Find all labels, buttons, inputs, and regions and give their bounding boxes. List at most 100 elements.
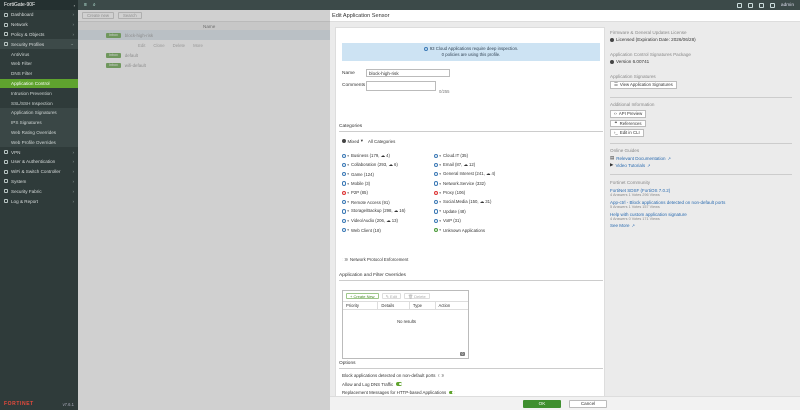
chevron-right-icon: › [72, 169, 75, 175]
notification-icon[interactable] [769, 2, 775, 8]
chevron-down-icon[interactable]: ▾ [439, 172, 441, 176]
cli-console-icon[interactable] [736, 2, 742, 8]
chevron-down-icon[interactable]: ▾ [347, 228, 349, 232]
references-button[interactable]: ⚭ References [610, 119, 646, 127]
device-selector[interactable]: FortiGate-90F › [0, 0, 78, 10]
firmware-version: v7.6.1 [62, 401, 74, 407]
sidebar-item-user-authentication[interactable]: User & Authentication › [0, 157, 78, 167]
chevron-down-icon[interactable]: ▾ [347, 154, 349, 158]
category-item[interactable]: ▾ Web Client (18) [342, 225, 405, 234]
chevron-down-icon[interactable]: ▾ [347, 182, 349, 186]
sidebar-subitem-application-control[interactable]: Application Control [0, 78, 78, 89]
chevron-right-icon: › [72, 22, 75, 28]
category-item[interactable]: ▾ VoIP (31) [434, 216, 495, 225]
category-item[interactable]: ▾ Email (87, ☁ 12) [434, 160, 495, 169]
admin-menu[interactable]: admin [781, 3, 794, 8]
category-item[interactable]: ▾ Network.Service (332) [434, 179, 495, 188]
sidebar-subitem-antivirus[interactable]: AntiVirus [0, 49, 78, 59]
category-item[interactable]: ▾ Collaboration (293, ☁ 6) [342, 160, 405, 169]
chevron-down-icon[interactable]: ▾ [439, 209, 441, 213]
sidebar-subitem-web-profile-overrides[interactable]: Web Profile Overrides [0, 137, 78, 148]
help-icon[interactable] [747, 2, 753, 8]
video-tutorials-link[interactable]: Video Tutorials [615, 163, 645, 168]
details-column-header[interactable]: Details [378, 301, 410, 310]
action-column-header[interactable]: Action [436, 301, 468, 310]
chevron-down-icon[interactable]: ▾ [439, 154, 441, 158]
sidebar-item-log-report[interactable]: Log & Report › [0, 196, 78, 206]
sidebar-subitem-ssl-ssh-inspection[interactable]: SSL/SSH Inspection [0, 98, 78, 108]
sidebar-item-system[interactable]: System › [0, 177, 78, 187]
api-preview-button[interactable]: ‹› API Preview [610, 110, 647, 118]
all-categories-label: All Categories [367, 138, 396, 144]
ok-button[interactable]: OK [523, 399, 561, 408]
category-item[interactable]: ▾ Proxy (106) [434, 188, 495, 197]
sidebar-subitem-ips-signatures[interactable]: IPS Signatures [0, 117, 78, 128]
chevron-down-icon[interactable]: ▾ [347, 172, 349, 176]
name-input[interactable]: block-high-risk [366, 69, 450, 77]
edit-in-cli-button[interactable]: ›_ Edit in CLI [610, 129, 644, 137]
fullscreen-icon[interactable] [758, 2, 764, 8]
edit-application-sensor-panel: Edit Application Sensor 93 Cloud Applica… [330, 10, 800, 410]
category-item[interactable]: ▾ Update (48) [434, 207, 495, 216]
sidebar-subitem-application-signatures[interactable]: Application Signatures [0, 107, 78, 118]
sidebar-subitem-intrusion-prevention[interactable]: Intrusion Prevention [0, 88, 78, 98]
chevron-down-icon[interactable]: ▾ [347, 219, 349, 223]
sidebar-item-security-fabric[interactable]: Security Fabric › [0, 186, 78, 196]
category-item[interactable]: ▾ Storage/Backup (298, ☁ 16) [342, 207, 405, 216]
see-more-link[interactable]: See More [610, 223, 630, 228]
policy-icon [4, 32, 8, 37]
sidebar-item-label: Network [11, 22, 28, 28]
search-icon[interactable]: ⌕ [93, 2, 96, 8]
info-column: Firmware & General Updates License Licen… [610, 30, 796, 228]
chevron-down-icon[interactable]: ▾ [439, 191, 441, 195]
category-item[interactable]: ▾ General Interest (241, ☁ 4) [434, 170, 495, 179]
category-item[interactable]: ▾ Remote Access (91) [342, 197, 405, 206]
category-item[interactable]: ▾ Social.Media (150, ☁ 31) [434, 197, 495, 206]
category-item[interactable]: ▾ Cloud.IT (35) [434, 151, 495, 160]
create-new-override-button[interactable]: + Create New [346, 292, 379, 300]
chevron-down-icon[interactable]: ▾ [439, 200, 441, 204]
option-toggle[interactable] [438, 373, 445, 378]
sidebar-item-policy-objects[interactable]: Policy & Objects › [0, 30, 78, 40]
sidebar-subitem-dns-filter[interactable]: DNS Filter [0, 69, 78, 79]
mixed-action-dropdown[interactable]: Mixed ▾ [342, 138, 363, 144]
category-item[interactable]: ▾ Game (124) [342, 170, 405, 179]
edit-override-button[interactable]: ✎ Edit [381, 292, 401, 300]
sidebar-subitem-web-filter[interactable]: Web Filter [0, 59, 78, 69]
chevron-down-icon[interactable]: ▾ [347, 209, 349, 213]
sidebar-item-security-profiles[interactable]: Security Profiles ⌄ [0, 39, 78, 50]
community-heading: Fortinet Community [610, 179, 651, 185]
sidebar-subitem-web-rating-overrides[interactable]: Web Rating Overrides [0, 127, 78, 138]
sidebar-item-network[interactable]: Network › [0, 20, 78, 30]
chevron-down-icon[interactable]: ▾ [439, 163, 441, 167]
category-item[interactable]: ▾ Video/Audio (206, ☁ 13) [342, 216, 405, 225]
category-item[interactable]: ▾ Business (179, ☁ 4) [342, 151, 405, 160]
chevron-down-icon[interactable]: ▾ [439, 182, 441, 186]
menu-section-icon [4, 199, 8, 204]
category-item[interactable]: ▾ Unknown Applications [434, 225, 495, 234]
chevron-down-icon[interactable]: ▾ [347, 200, 349, 204]
delete-override-button[interactable]: 🗑 Delete [403, 292, 430, 300]
option-label: Allow and Log DNS Traffic [342, 381, 394, 387]
category-label: Video/Audio (206, ☁ 13) [351, 217, 398, 223]
option-toggle[interactable] [396, 382, 403, 386]
cancel-button[interactable]: Cancel [569, 399, 607, 408]
sidebar-item-vpn[interactable]: VPN › [0, 147, 78, 157]
relevant-documentation-link[interactable]: Relevant Documentation [616, 156, 665, 161]
menu-icon[interactable]: ≡ [84, 2, 87, 8]
view-application-signatures-button[interactable]: ☰ View Application Signatures [610, 81, 677, 89]
category-item[interactable]: ▾ P2P (85) [342, 188, 405, 197]
chevron-down-icon[interactable]: ▾ [347, 191, 349, 195]
type-column-header[interactable]: Type [410, 301, 436, 310]
category-item[interactable]: ▾ Mobile (3) [342, 179, 405, 188]
chevron-down-icon[interactable]: ▾ [347, 163, 349, 167]
network-protocol-toggle[interactable] [342, 257, 348, 262]
chevron-down-icon[interactable]: ▾ [439, 228, 441, 232]
external-link-icon: ↗ [631, 222, 636, 228]
chevron-down-icon[interactable]: ▾ [439, 219, 441, 223]
sidebar-item-wifi-switch-controller[interactable]: WiFi & Switch Controller › [0, 167, 78, 177]
priority-column-header[interactable]: Priority [343, 301, 379, 310]
sidebar-item-dashboard[interactable]: Dashboard › [0, 10, 78, 20]
comments-textarea[interactable] [366, 81, 436, 91]
option-toggle[interactable] [449, 390, 456, 395]
